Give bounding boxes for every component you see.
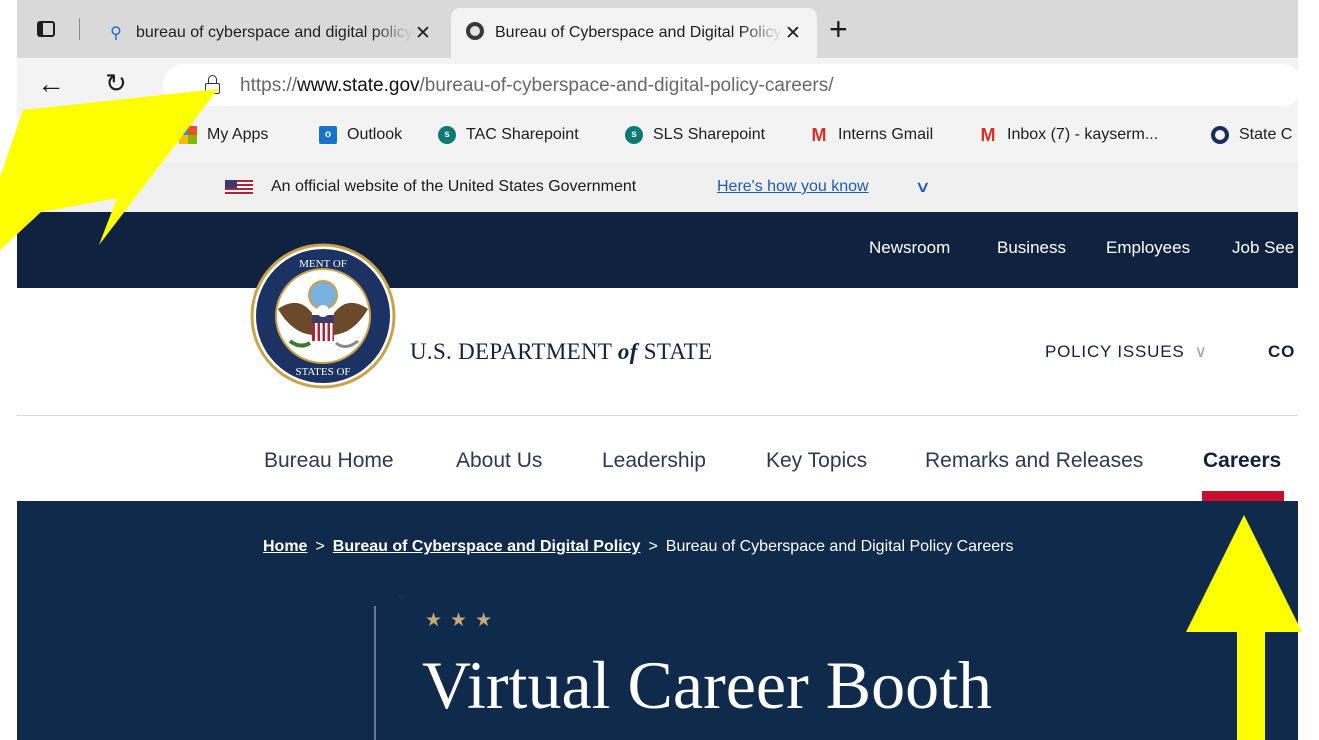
bureau-nav-about-us[interactable]: About Us	[456, 449, 542, 473]
gov-banner-text: An official website of the United States…	[271, 178, 637, 195]
department-name-part: STATE	[637, 339, 713, 364]
stars-icon: ★★★	[425, 610, 501, 631]
sharepoint-icon: s	[625, 126, 643, 144]
hero-divider	[374, 606, 376, 740]
tab-title: Bureau of Cyberspace and Digital Policy …	[495, 24, 783, 41]
ring-icon	[21, 126, 39, 144]
bookmark-label: TAC Sharepoint	[466, 126, 579, 143]
screenshot-frame-left	[0, 0, 17, 740]
bookmark-label: State C	[1239, 126, 1293, 143]
bureau-nav-home[interactable]: Bureau Home	[264, 449, 394, 473]
bookmarks-bar: My Apps o Outlook s TAC Sharepoint s SLS…	[17, 114, 1298, 162]
state-seal-icon	[465, 21, 485, 45]
bureau-nav-careers[interactable]: Careers	[1203, 449, 1281, 473]
browser-tab-search[interactable]: ⚲ bureau of cyberspace and digital polic…	[92, 8, 447, 58]
us-flag-icon	[225, 180, 253, 195]
lock-icon[interactable]	[205, 75, 220, 94]
utility-nav: Newsroom Business Employees Job See	[17, 212, 1298, 288]
bookmark-label: My Apps	[207, 126, 269, 143]
url-path: /bureau-of-cyberspace-and-digital-policy…	[419, 75, 834, 96]
search-icon: ⚲	[110, 25, 122, 42]
breadcrumb-current: Bureau of Cyberspace and Digital Policy …	[665, 538, 1014, 555]
bookmark-interns-gmail[interactable]: M Interns Gmail	[810, 125, 934, 145]
breadcrumb-bureau-link[interactable]: Bureau of Cyberspace and Digital Policy	[333, 538, 641, 555]
bureau-nav: Bureau Home About Us Leadership Key Topi…	[17, 417, 1298, 501]
url-host: www.state.gov	[297, 75, 420, 96]
bookmark-outlook[interactable]: o Outlook	[319, 126, 402, 144]
gmail-icon: M	[980, 125, 996, 145]
util-link-employees[interactable]: Employees	[1106, 238, 1190, 258]
chevron-down-icon[interactable]: ∨	[915, 177, 931, 197]
util-link-business[interactable]: Business	[997, 238, 1066, 258]
util-link-newsroom[interactable]: Newsroom	[869, 238, 950, 258]
screenshot-frame-right	[1298, 0, 1319, 740]
bureau-nav-remarks[interactable]: Remarks and Releases	[925, 449, 1143, 473]
bookmark-label: Inbox (7) - kayserm...	[1007, 126, 1159, 143]
chevron-down-icon: ∨	[1194, 342, 1208, 361]
main-nav-next-item[interactable]: CO	[1268, 342, 1295, 362]
hero-banner: Home > Bureau of Cyberspace and Digital Po…	[17, 501, 1298, 740]
state-department-seal-icon[interactable]: MENT OF STATES OF	[250, 243, 396, 389]
close-icon[interactable]: ✕	[413, 22, 433, 45]
outlook-icon: o	[319, 126, 337, 144]
breadcrumb: Home > Bureau of Cyberspace and Digital Po…	[263, 538, 1014, 556]
tab-separator	[79, 18, 80, 40]
page-title: Virtual Career Booth	[422, 647, 992, 723]
tab-title: bureau of cyberspace and digital policy	[136, 24, 413, 41]
tab-actions-icon[interactable]	[37, 21, 55, 37]
breadcrumb-home-link[interactable]: Home	[263, 538, 307, 555]
url-text[interactable]: https://www.state.gov/bureau-of-cyberspa…	[240, 75, 834, 97]
close-icon[interactable]: ✕	[783, 22, 803, 45]
active-tab-underline	[1202, 491, 1284, 501]
policy-issues-menu[interactable]: POLICY ISSUES ∨	[1045, 342, 1208, 362]
breadcrumb-separator: >	[648, 538, 658, 555]
breadcrumb-separator: >	[315, 538, 325, 555]
browser-tab-strip: ⚲ bureau of cyberspace and digital polic…	[17, 0, 1298, 58]
department-name-part: U.S. DEPARTMENT	[410, 339, 618, 364]
back-arrow-icon[interactable]: ←	[37, 68, 65, 100]
browser-toolbar: ← ↻ https://www.state.gov/bureau-of-cybe…	[17, 58, 1303, 114]
how-you-know-link[interactable]: Here's how you know	[717, 178, 869, 196]
bookmark-inbox[interactable]: M Inbox (7) - kayserm...	[979, 125, 1159, 145]
site-header: MENT OF STATES OF U.S. DEPARTMENT of STA…	[17, 243, 1298, 416]
bureau-nav-key-topics[interactable]: Key Topics	[766, 449, 867, 473]
bureau-nav-leadership[interactable]: Leadership	[602, 449, 706, 473]
sharepoint-icon: s	[438, 126, 456, 144]
policy-issues-label: POLICY ISSUES	[1045, 342, 1185, 361]
department-name[interactable]: U.S. DEPARTMENT of STATE	[410, 339, 712, 365]
state-icon	[1211, 126, 1229, 144]
microsoft-apps-icon	[179, 126, 197, 144]
department-name-of: of	[617, 339, 638, 364]
url-scheme: https://	[240, 75, 298, 96]
util-link-job-seekers[interactable]: Job See	[1232, 238, 1294, 258]
bookmark-my-apps[interactable]: My Apps	[179, 126, 268, 144]
bookmark-label: Interns Gmail	[838, 126, 934, 143]
browser-tab-careers[interactable]: Bureau of Cyberspace and Digital Policy …	[451, 8, 817, 58]
bookmark-first-icon[interactable]	[21, 126, 49, 144]
address-bar[interactable]: https://www.state.gov/bureau-of-cyberspa…	[163, 64, 1303, 106]
svg-text:MENT OF: MENT OF	[299, 258, 347, 270]
bookmark-state[interactable]: State C	[1211, 126, 1292, 144]
new-tab-button[interactable]: +	[829, 12, 848, 46]
svg-text:STATES OF: STATES OF	[295, 366, 350, 378]
bookmark-label: Outlook	[347, 126, 403, 143]
bookmark-label: SLS Sharepoint	[653, 126, 766, 143]
bookmark-sls-sharepoint[interactable]: s SLS Sharepoint	[625, 126, 765, 144]
reload-icon[interactable]: ↻	[105, 68, 127, 99]
gmail-icon: M	[811, 125, 827, 145]
gov-banner: An official website of the United States…	[17, 162, 1298, 212]
bookmark-tac-sharepoint[interactable]: s TAC Sharepoint	[438, 126, 579, 144]
